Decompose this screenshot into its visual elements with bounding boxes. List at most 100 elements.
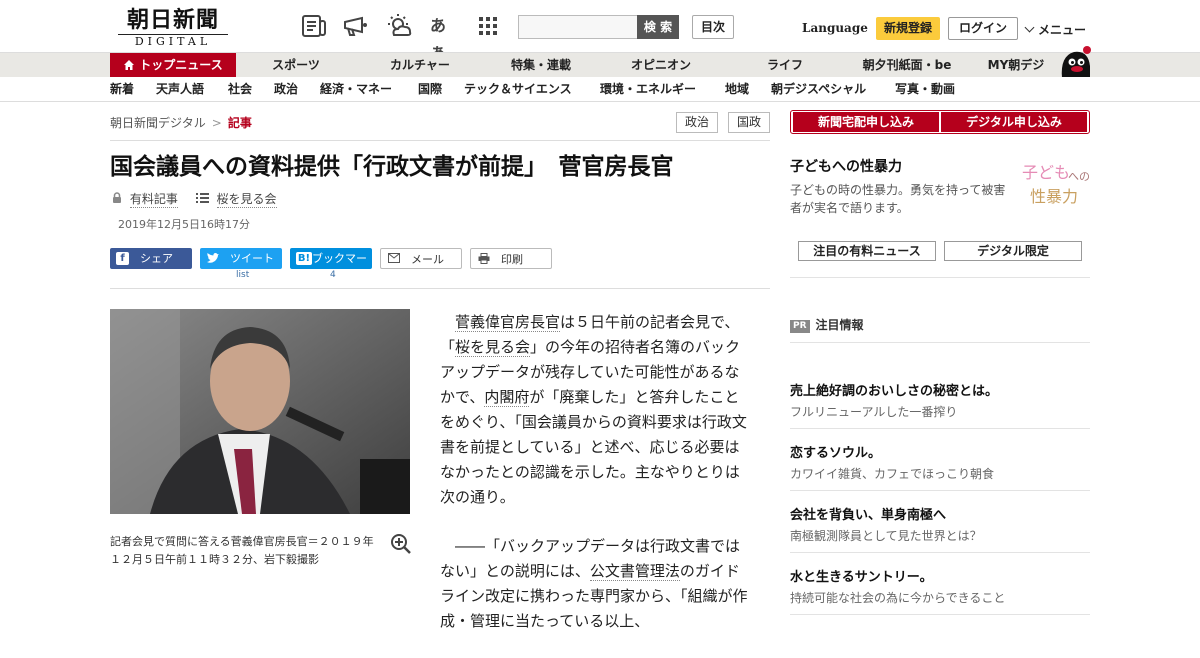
pr-badge: PR (790, 320, 810, 333)
article-photo[interactable] (110, 309, 410, 514)
nav-newspaper-be[interactable]: 朝夕刊紙面・be (852, 53, 962, 78)
pr-item-subtitle[interactable]: カワイイ雑貨、カフェでほっこり朝食 (790, 465, 994, 482)
mail-icon (387, 253, 400, 266)
nav-economy[interactable]: 経済・マネー (320, 77, 392, 102)
link-sakura[interactable]: 桜を見る会 (455, 338, 531, 357)
newspaper-list-icon[interactable] (300, 13, 328, 39)
pr-item-title[interactable]: 売上絶好調のおいしさの秘密とは。 (790, 380, 998, 399)
divider (790, 277, 1090, 278)
link-public-records-act[interactable]: 公文書管理法 (589, 562, 680, 581)
mail-button[interactable]: メール (380, 248, 462, 269)
feature-title[interactable]: 子どもへの性暴力 (790, 156, 902, 176)
nav-latest[interactable]: 新着 (110, 77, 134, 102)
nav-tensei-jingo[interactable]: 天声人語 (156, 77, 204, 102)
facebook-share-button[interactable]: f シェア (110, 248, 192, 269)
paid-news-button[interactable]: 注目の有料ニュース (798, 241, 936, 261)
mascot-icon[interactable] (1056, 44, 1094, 78)
search-box: 検 索 (518, 15, 679, 39)
nav-international[interactable]: 国際 (418, 77, 442, 102)
twitter-share-button[interactable]: ツイート (200, 248, 282, 269)
pr-section-header: PR 注目情報 (790, 316, 864, 333)
nav-tech-science[interactable]: テック＆サイエンス (464, 77, 572, 102)
chevron-down-icon (1024, 22, 1035, 33)
publish-date: 2019年12月5日16時17分 (118, 218, 250, 231)
nav-features[interactable]: 特集・連載 (500, 53, 582, 78)
pr-item-title[interactable]: 水と生きるサントリー。 (790, 566, 933, 585)
feature-description[interactable]: 子どもの時の性暴力。勇気を持って被害者が実名で語ります。 (790, 181, 1010, 217)
divider (110, 140, 770, 141)
lock-icon (112, 191, 122, 207)
photo-caption: 記者会見で質問に答える菅義偉官房長官＝２０１９年１２月５日午前１１時３２分、岩下… (110, 535, 374, 566)
divider (790, 342, 1090, 343)
search-button[interactable]: 検 索 (637, 15, 679, 39)
secondary-nav: 新着 天声人語 社会 政治 経済・マネー 国際 テック＆サイエンス 環境・エネル… (0, 77, 1200, 102)
article-body: 菅義偉官房長官は５日午前の記者会見で、「桜を見る会」の今年の招待者名簿のバックア… (440, 310, 750, 658)
breadcrumb-home[interactable]: 朝日新聞デジタル (110, 116, 206, 130)
newspaper-delivery-button[interactable]: 新聞宅配申し込み (793, 112, 939, 132)
breadcrumb-current: 記事 (227, 116, 252, 130)
twitter-share-label: ツイート (230, 252, 274, 265)
hatena-count: 4 (330, 270, 336, 280)
menu-button[interactable]: メニュー (1024, 21, 1087, 38)
tag-national-politics[interactable]: 国政 (728, 112, 770, 133)
tag-politics[interactable]: 政治 (676, 112, 718, 133)
login-button[interactable]: ログイン (948, 17, 1018, 40)
megaphone-icon[interactable] (342, 13, 370, 39)
pr-item-title[interactable]: 会社を背負い、単身南極へ (790, 504, 946, 523)
weather-icon[interactable] (386, 13, 414, 39)
pr-item-subtitle[interactable]: フルリニューアルした一番搾り (790, 403, 957, 420)
link-cabinet-office[interactable]: 内閣府 (484, 388, 530, 407)
feature-logo-text-3: 性暴力 (1030, 187, 1079, 206)
nav-sports[interactable]: スポーツ (258, 53, 334, 78)
nav-photo-video[interactable]: 写真・動画 (895, 77, 955, 102)
primary-nav: トップニュース スポーツ カルチャー 特集・連載 オピニオン ライフ 朝夕刊紙面… (0, 52, 1200, 78)
nav-society[interactable]: 社会 (228, 77, 252, 102)
grid-apps-icon[interactable] (476, 13, 504, 39)
nav-opinion[interactable]: オピニオン (620, 53, 702, 78)
mail-label: メール (411, 253, 444, 266)
print-icon (477, 253, 490, 266)
paid-article-label[interactable]: 有料記事 (129, 190, 178, 208)
zoom-in-icon[interactable] (390, 533, 412, 555)
divider (790, 428, 1090, 429)
pr-item-title[interactable]: 恋するソウル。 (790, 442, 881, 461)
nav-culture[interactable]: カルチャー (378, 53, 462, 78)
digital-only-button[interactable]: デジタル限定 (944, 241, 1082, 261)
site-logo[interactable]: 朝日新聞 DIGITAL (118, 8, 228, 48)
divider (790, 490, 1090, 491)
signup-button[interactable]: 新規登録 (876, 17, 940, 40)
pr-item-subtitle[interactable]: 南極観測隊員として見た世界とは？ (790, 527, 982, 544)
nav-special[interactable]: 朝デジスペシャル (771, 77, 866, 102)
series-link[interactable]: 桜を見る会 (216, 190, 277, 208)
nav-life[interactable]: ライフ (752, 53, 818, 78)
pr-item-subtitle[interactable]: 持続可能な社会の為に今からできること (790, 589, 1005, 606)
nav-environment[interactable]: 環境・エネルギー (600, 77, 696, 102)
nav-my-asadigi[interactable]: MY朝デジ (980, 53, 1052, 78)
site-header: 朝日新聞 DIGITAL あぁ 検 索 目次 Language 新規登録 ログイ… (0, 0, 1200, 61)
language-link[interactable]: Language (802, 21, 868, 35)
feature-logo-text-1: 子ども (1022, 163, 1071, 182)
nav-politics[interactable]: 政治 (274, 77, 298, 102)
pr-label: 注目情報 (815, 318, 864, 332)
link-suga[interactable]: 菅義偉官房長官 (455, 313, 561, 332)
twitter-icon (206, 252, 219, 265)
divider (790, 552, 1090, 553)
digital-subscribe-button[interactable]: デジタル申し込み (941, 112, 1087, 132)
twitter-count[interactable]: list (236, 270, 249, 280)
font-size-icon[interactable]: あぁ (430, 13, 458, 61)
article-paragraph: ――「バックアップデータは行政文書ではない」との説明には、公文書管理法のガイドラ… (440, 534, 750, 634)
print-button[interactable]: 印刷 (470, 248, 552, 269)
menu-label: メニュー (1038, 23, 1087, 37)
nav-region[interactable]: 地域 (725, 77, 749, 102)
table-of-contents-button[interactable]: 目次 (692, 15, 734, 39)
hatena-icon: B! (296, 252, 312, 265)
list-icon (195, 192, 209, 206)
facebook-icon: f (116, 252, 129, 265)
divider (790, 614, 1090, 615)
hatena-bookmark-label: ブックマーク (312, 252, 367, 286)
feature-logo[interactable]: 子ども への 性暴力 (1016, 162, 1090, 212)
hatena-bookmark-button[interactable]: B! ブックマーク (290, 248, 372, 286)
nav-top-news[interactable]: トップニュース (110, 53, 236, 78)
print-label: 印刷 (501, 253, 523, 266)
search-input[interactable] (519, 16, 637, 38)
